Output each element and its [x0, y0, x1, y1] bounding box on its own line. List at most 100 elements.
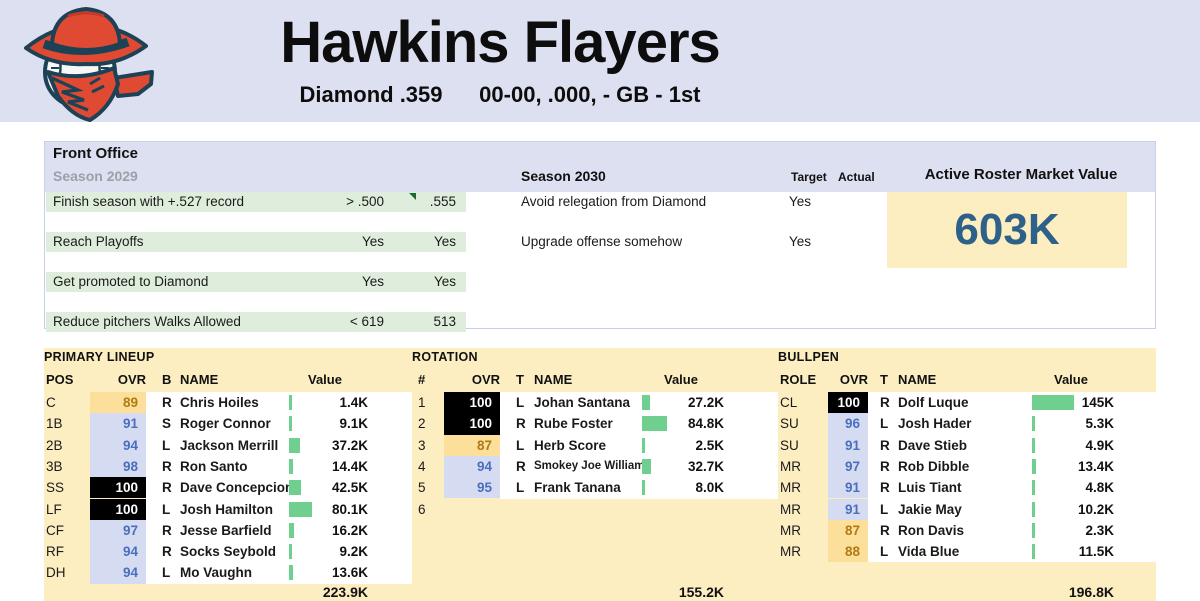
table-row[interactable]: 6 — [412, 499, 778, 520]
table-row[interactable]: 2B 94 L Jackson Merrill 37.2K — [44, 434, 412, 456]
cell-player-name[interactable]: Herb Score — [534, 435, 606, 456]
table-row[interactable]: MR 97 R Rob Dibble 13.4K — [778, 455, 1156, 478]
cell-bats: L — [162, 565, 171, 581]
cell-player-name[interactable]: Vida Blue — [898, 541, 959, 562]
cell-pos: 3B — [46, 458, 63, 474]
goal-actual: Yes — [433, 234, 456, 249]
value-bar — [1032, 522, 1035, 538]
goal-label: Upgrade offense somehow — [521, 234, 683, 249]
cell-value: 80.1K — [331, 501, 368, 517]
cell-player-name[interactable]: Josh Hader — [898, 413, 972, 434]
cell-value: 32.7K — [687, 458, 724, 474]
value-bar — [1032, 544, 1035, 560]
cell-player-name[interactable]: Jackson Merrill — [180, 435, 278, 456]
cell-value: 2.3K — [1085, 522, 1114, 538]
table-row[interactable]: SS 100 R Dave Concepcion 42.5K — [44, 477, 412, 499]
cell-player-name[interactable]: Luis Tiant — [898, 477, 962, 498]
goal-target: Yes — [789, 234, 812, 249]
cell-player-name[interactable]: Mo Vaughn — [180, 562, 252, 583]
goal-actual: 513 — [433, 314, 456, 329]
cell-role: SU — [780, 437, 799, 453]
goal-target: < 619 — [349, 314, 384, 329]
table-row[interactable]: 2 100 R Rube Foster 84.8K — [412, 413, 778, 435]
cell-player-name[interactable]: Jakie May — [898, 499, 962, 520]
cell-bats: R — [162, 544, 172, 560]
cell-bats: R — [162, 480, 172, 496]
value-bar — [289, 437, 300, 453]
value-bar — [1032, 501, 1035, 517]
table-row[interactable]: SU 91 R Dave Stieb 4.9K — [778, 434, 1156, 456]
column-header-name: NAME — [534, 372, 573, 387]
cell-player-name[interactable]: Smokey Joe Williams — [534, 456, 651, 477]
cell-player-name[interactable]: Josh Hamilton — [180, 499, 273, 520]
value-bar — [289, 480, 301, 496]
table-row[interactable]: MR 91 L Jakie May 10.2K — [778, 498, 1156, 520]
cell-overall-rating: 100 — [828, 392, 868, 414]
table-row[interactable]: MR 88 L Vida Blue 11.5K — [778, 541, 1156, 563]
cell-role: SU — [780, 416, 799, 432]
table-row[interactable]: 1B 91 S Roger Connor 9.1K — [44, 413, 412, 435]
value-bar — [289, 395, 292, 410]
cell-player-name[interactable]: Ron Davis — [898, 520, 964, 541]
cell-overall-rating: 94 — [90, 434, 146, 456]
table-row[interactable]: CF 97 R Jesse Barfield 16.2K — [44, 519, 412, 542]
cell-role: MR — [780, 522, 801, 538]
column-header-role: ROLE — [780, 372, 817, 387]
front-office-title: Front Office — [53, 145, 138, 162]
cell-player-name[interactable]: Ron Santo — [180, 456, 248, 477]
cell-player-name[interactable]: Rube Foster — [534, 413, 613, 434]
bullpen-title: BULLPEN — [778, 350, 840, 364]
column-header-num: # — [418, 372, 426, 387]
table-row[interactable]: 3B 98 R Ron Santo 14.4K — [44, 455, 412, 478]
cell-player-name[interactable]: Rob Dibble — [898, 456, 969, 477]
column-header-ovr: OVR — [839, 372, 868, 387]
cell-value: 84.8K — [687, 416, 724, 432]
table-row[interactable]: LF 100 L Josh Hamilton 80.1K — [44, 498, 412, 520]
cell-player-name[interactable]: Chris Hoiles — [180, 392, 259, 413]
table-row[interactable]: MR 91 R Luis Tiant 4.8K — [778, 477, 1156, 499]
column-header-value: Value — [1054, 372, 1088, 387]
cell-value: 1.4K — [339, 395, 368, 410]
cell-bats: L — [162, 501, 171, 517]
table-row[interactable]: C 89 R Chris Hoiles 1.4K — [44, 392, 412, 414]
value-bar — [642, 395, 650, 410]
table-row[interactable]: 4 94 R Smokey Joe Williams 32.7K — [412, 455, 778, 478]
value-bar — [1032, 480, 1035, 496]
goal-actual: Yes — [433, 274, 456, 289]
cell-bats: S — [162, 416, 172, 432]
table-row[interactable]: RF 94 R Socks Seybold 9.2K — [44, 541, 412, 563]
table-row[interactable]: DH 94 L Mo Vaughn 13.6K — [44, 562, 412, 584]
goal-target: Yes — [361, 274, 384, 289]
cell-player-name[interactable]: Frank Tanana — [534, 477, 621, 498]
table-row[interactable]: MR 87 R Ron Davis 2.3K — [778, 519, 1156, 542]
cell-overall-rating: 97 — [828, 455, 868, 478]
cell-value: 10.2K — [1077, 501, 1114, 517]
goal-actual: .555 — [429, 194, 456, 209]
cell-player-name[interactable]: Dolf Luque — [898, 392, 969, 413]
cell-throws: R — [880, 522, 890, 538]
cell-value: 2.5K — [695, 437, 724, 453]
cell-player-name[interactable]: Roger Connor — [180, 413, 271, 434]
goal-row: Reduce pitchers Walks Allowed < 619 513 — [46, 312, 466, 332]
cell-num: 4 — [418, 458, 426, 474]
table-row[interactable]: CL 100 R Dolf Luque 145K — [778, 392, 1156, 414]
cell-player-name[interactable]: Socks Seybold — [180, 541, 276, 562]
column-header-name: NAME — [180, 372, 219, 387]
table-row[interactable]: 3 87 L Herb Score 2.5K — [412, 434, 778, 456]
cell-player-name[interactable]: Dave Concepcion — [180, 477, 293, 498]
column-header-value: Value — [308, 372, 342, 387]
cell-player-name[interactable]: Dave Stieb — [898, 435, 967, 456]
table-row[interactable]: SU 96 L Josh Hader 5.3K — [778, 413, 1156, 435]
cell-player-name[interactable]: Johan Santana — [534, 392, 630, 413]
cell-throws: R — [516, 458, 526, 474]
page-header: Hawkins Flayers Diamond .359 00-00, .000… — [0, 0, 1200, 122]
cell-pos: 1B — [46, 416, 63, 432]
table-row[interactable]: 1 100 L Johan Santana 27.2K — [412, 392, 778, 414]
cell-throws: R — [880, 458, 890, 474]
cell-player-name[interactable]: Jesse Barfield — [180, 520, 272, 541]
table-row[interactable]: 5 95 L Frank Tanana 8.0K — [412, 477, 778, 499]
cell-overall-rating: 87 — [444, 434, 500, 456]
value-bar — [642, 458, 651, 474]
season-2030-label: Season 2030 — [521, 168, 606, 184]
cell-pos: CF — [46, 522, 64, 538]
